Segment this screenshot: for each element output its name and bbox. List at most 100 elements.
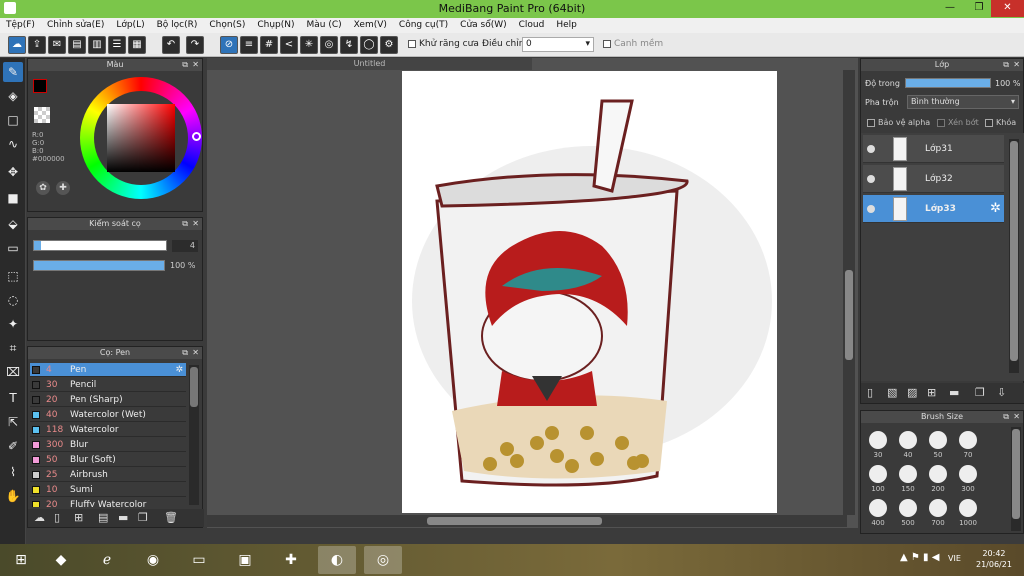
- windows-start-icon[interactable]: ⊞: [2, 546, 40, 574]
- undo-icon[interactable]: ↶: [162, 36, 180, 54]
- close-icon[interactable]: ✕: [192, 218, 199, 230]
- brush-size-preset[interactable]: 500: [893, 497, 923, 533]
- menu-filter[interactable]: Bộ lọc(R): [151, 18, 204, 33]
- grid-icon[interactable]: ▦: [128, 36, 146, 54]
- select-rect-icon[interactable]: ⬚: [3, 266, 23, 286]
- move-tool-icon[interactable]: ✥: [3, 162, 23, 182]
- internet-explorer-icon[interactable]: ℯ: [88, 546, 126, 574]
- close-icon[interactable]: ✕: [1013, 411, 1020, 423]
- new-brush-icon[interactable]: ▯: [54, 511, 60, 524]
- menu-view[interactable]: Xem(V): [348, 18, 393, 33]
- fill-rect-tool-icon[interactable]: ■: [3, 188, 23, 208]
- layer-opacity-slider[interactable]: [905, 78, 991, 88]
- duplicate-icon[interactable]: ❐: [138, 511, 148, 524]
- minimize-button[interactable]: —: [935, 0, 965, 17]
- file-explorer-icon[interactable]: ▭: [180, 546, 218, 574]
- brush-size-value[interactable]: 4: [172, 240, 198, 252]
- hue-ring[interactable]: [80, 77, 202, 199]
- tray-icons[interactable]: ▲ ⚑ ▮ ◀: [900, 552, 939, 563]
- medibang-icon[interactable]: ◎: [364, 546, 402, 574]
- scroll-thumb[interactable]: [1012, 429, 1020, 519]
- curve-snap-icon[interactable]: ↯: [340, 36, 358, 54]
- cross-snap-icon[interactable]: #: [260, 36, 278, 54]
- text-tool-icon[interactable]: T: [3, 388, 23, 408]
- palette-add-icon[interactable]: ✚: [56, 181, 70, 195]
- layer-row[interactable]: Lớp33 ✲: [863, 195, 1004, 223]
- powerpoint-icon[interactable]: ▣: [226, 546, 264, 574]
- cloud-download-icon[interactable]: ☁: [34, 511, 45, 524]
- drawing-canvas[interactable]: [402, 71, 777, 513]
- brush-size-preset[interactable]: 150: [893, 463, 923, 495]
- export-icon[interactable]: ⇪: [28, 36, 46, 54]
- add-layer-menu-icon[interactable]: ⊞: [927, 386, 936, 399]
- menu-color[interactable]: Màu (C): [301, 18, 348, 33]
- close-button[interactable]: ✕: [991, 0, 1024, 17]
- eye-icon[interactable]: [867, 145, 875, 153]
- vanishing-snap-icon[interactable]: <: [280, 36, 298, 54]
- brush-size-preset[interactable]: 700: [923, 497, 953, 533]
- protect-alpha-checkbox[interactable]: Bảo vệ alpha: [867, 118, 930, 127]
- scroll-thumb[interactable]: [1010, 141, 1018, 361]
- merge-layer-icon[interactable]: ⇩: [997, 386, 1006, 399]
- popout-icon[interactable]: ⧉: [182, 347, 188, 359]
- brush-size-scrollbar[interactable]: [1011, 427, 1021, 531]
- lock-checkbox[interactable]: Khóa: [985, 118, 1016, 127]
- brush-size-preset[interactable]: 300: [953, 463, 983, 495]
- brush-item-fluffy-watercolor[interactable]: 20 Fluffy Watercolor: [30, 498, 186, 507]
- add-brush-icon[interactable]: ⊞: [74, 511, 83, 524]
- magic-wand-icon[interactable]: ✦: [3, 314, 23, 334]
- menu-layer[interactable]: Lớp(L): [110, 18, 150, 33]
- page-icon[interactable]: ▥: [88, 36, 106, 54]
- menu-window[interactable]: Cửa sổ(W): [454, 18, 512, 33]
- close-icon[interactable]: ✕: [192, 59, 199, 71]
- gear-icon[interactable]: ✲: [175, 363, 183, 377]
- menu-capture[interactable]: Chụp(N): [251, 18, 300, 33]
- gear-icon[interactable]: ✲: [990, 201, 1001, 216]
- restore-button[interactable]: ❐: [964, 0, 994, 17]
- eyedropper-icon[interactable]: ⌇: [3, 462, 23, 482]
- popout-icon[interactable]: ⧉: [182, 218, 188, 230]
- language-indicator[interactable]: VIE: [948, 554, 961, 563]
- blend-select[interactable]: Bình thường ▾: [907, 95, 1019, 109]
- app-icon[interactable]: ✚: [272, 546, 310, 574]
- antialias-checkbox[interactable]: Khử răng cưa: [408, 39, 479, 49]
- canvas-horizontal-scrollbar[interactable]: [207, 515, 847, 527]
- hue-handle[interactable]: [192, 132, 201, 141]
- palette-icon[interactable]: ✿: [36, 181, 50, 195]
- snap-off-icon[interactable]: ⊘: [220, 36, 238, 54]
- trash-icon[interactable]: 🗑: [164, 511, 178, 524]
- brush-size-preset[interactable]: 40: [893, 429, 923, 461]
- popout-icon[interactable]: ⧉: [182, 59, 188, 71]
- select-eraser-icon[interactable]: ⌧: [3, 362, 23, 382]
- snap-settings-icon[interactable]: ⚙: [380, 36, 398, 54]
- rect-tool-icon[interactable]: □: [3, 110, 23, 130]
- eye-icon[interactable]: [867, 205, 875, 213]
- clock[interactable]: 20:42 21/06/21: [976, 548, 1012, 570]
- saturation-value-square[interactable]: [107, 104, 175, 172]
- brush-item-blur-soft[interactable]: 50 Blur (Soft): [30, 453, 186, 467]
- brush-item-watercolor-wet[interactable]: 40 Watercolor (Wet): [30, 408, 186, 422]
- menu-help[interactable]: Help: [550, 18, 583, 33]
- brush-tool-icon[interactable]: ✎: [3, 62, 23, 82]
- menu-cloud[interactable]: Cloud: [513, 18, 551, 33]
- close-icon[interactable]: ✕: [1013, 59, 1020, 71]
- folder-icon[interactable]: ▬: [949, 386, 959, 399]
- brush-size-preset[interactable]: 30: [863, 429, 893, 461]
- new-8bit-layer-icon[interactable]: ▨: [907, 386, 917, 399]
- circle-snap-icon[interactable]: ◎: [320, 36, 338, 54]
- chrome-icon[interactable]: ◉: [134, 546, 172, 574]
- brush-size-preset[interactable]: 50: [923, 429, 953, 461]
- brush-settings-icon[interactable]: ▤: [98, 511, 108, 524]
- divide-tool-icon[interactable]: ✐: [3, 436, 23, 456]
- bluestacks-icon[interactable]: ◆: [42, 546, 80, 574]
- brush-size-preset[interactable]: 400: [863, 497, 893, 533]
- brush-item-watercolor[interactable]: 118 Watercolor: [30, 423, 186, 437]
- parallel-snap-icon[interactable]: ≡: [240, 36, 258, 54]
- speech-bubble-icon[interactable]: ✉: [48, 36, 66, 54]
- brush-item-pen[interactable]: 4 Pen ✲: [30, 363, 186, 377]
- menu-edit[interactable]: Chỉnh sửa(E): [41, 18, 110, 33]
- brush-list-scrollbar[interactable]: [189, 365, 199, 505]
- brush-size-preset[interactable]: 70: [953, 429, 983, 461]
- redo-icon[interactable]: ↷: [186, 36, 204, 54]
- new-layer-icon[interactable]: ▯: [867, 386, 873, 399]
